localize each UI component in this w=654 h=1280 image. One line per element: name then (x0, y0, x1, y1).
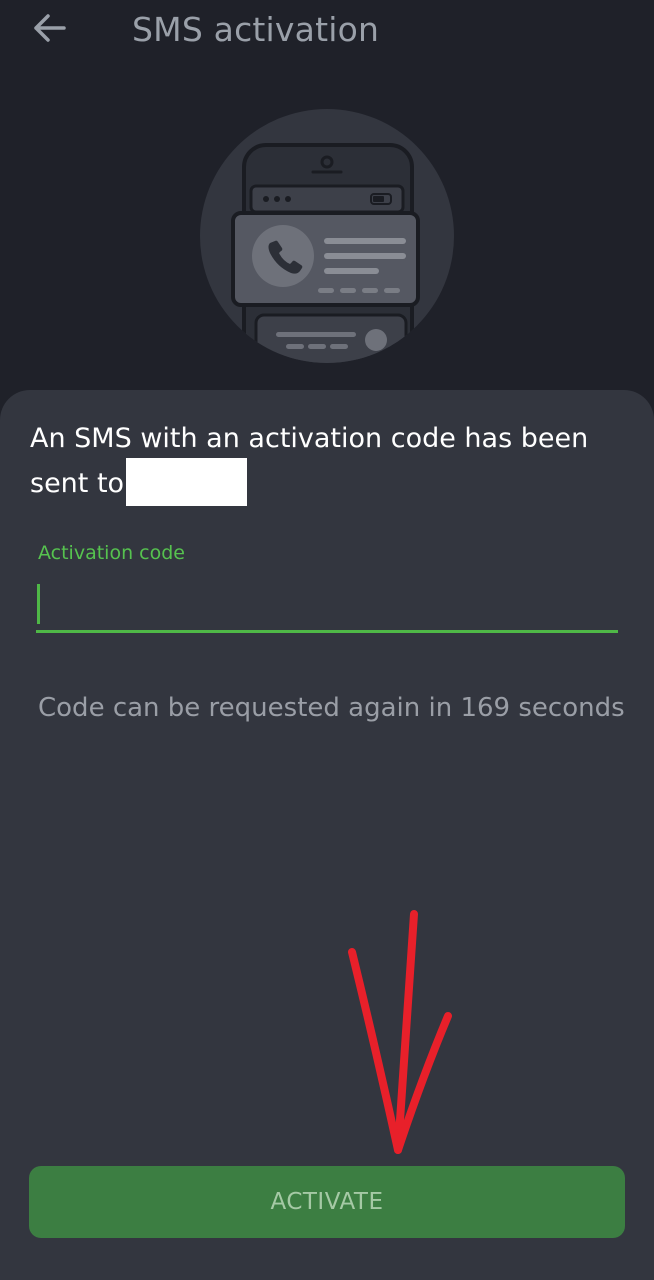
activation-code-input[interactable] (36, 580, 618, 633)
activation-code-label: Activation code (38, 542, 185, 564)
activate-button[interactable]: ACTIVATE (29, 1166, 625, 1238)
back-button[interactable] (26, 8, 74, 48)
page-title: SMS activation (132, 10, 380, 49)
top-bar: SMS activation (0, 0, 654, 64)
sms-sent-message: An SMS with an activation code has been … (30, 420, 630, 506)
activation-sheet: An SMS with an activation code has been … (0, 390, 654, 1280)
sms-activation-screen: SMS activation An SMS with an activation… (0, 0, 654, 1280)
redacted-phone-number (126, 458, 248, 506)
sms-sent-text: An SMS with an activation code has been … (30, 423, 589, 499)
phone-contact-card-illustration (200, 109, 454, 363)
red-arrow-annotation (348, 910, 452, 1154)
resend-countdown: Code can be requested again in 169 secon… (38, 693, 625, 723)
arrow-left-icon (34, 14, 66, 42)
text-cursor (37, 584, 40, 624)
activate-button-label: ACTIVATE (270, 1189, 384, 1215)
